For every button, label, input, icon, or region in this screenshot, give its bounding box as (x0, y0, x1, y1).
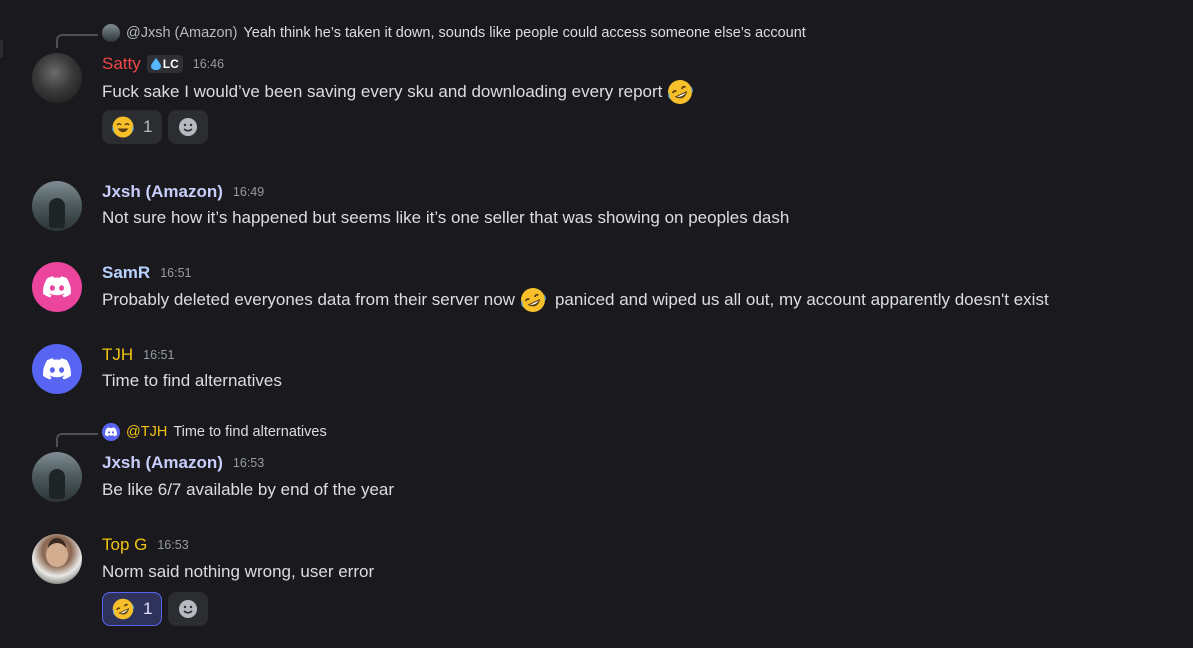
timestamp: 16:49 (232, 185, 265, 199)
add-reaction-button[interactable] (168, 110, 209, 144)
reaction-count: 1 (143, 117, 153, 136)
rofl-emoji-icon (668, 80, 694, 104)
rofl-emoji-icon (112, 598, 134, 620)
message-text: Not sure how it’s happened but seems lik… (102, 208, 790, 227)
reply-avatar (102, 24, 120, 42)
reaction-rofl[interactable]: 1 (102, 592, 163, 626)
avatar[interactable] (32, 53, 82, 103)
timestamp: 16:53 (157, 538, 189, 552)
timestamp: 16:51 (143, 348, 175, 362)
smile-icon (179, 118, 198, 136)
reply-connector (56, 34, 98, 48)
avatar[interactable] (32, 534, 82, 584)
avatar[interactable] (32, 344, 82, 394)
add-reaction-button[interactable] (168, 592, 209, 626)
reply-author[interactable]: @TJH (126, 424, 167, 440)
author-name[interactable]: SamR (102, 263, 150, 283)
author-name[interactable]: Satty (102, 54, 141, 74)
message-text-start: Probably deleted everyones data from the… (102, 290, 515, 309)
reply-avatar (102, 423, 120, 441)
avatar-face (46, 543, 68, 567)
water-drop-icon (150, 58, 161, 70)
reply-text: Time to find alternatives (173, 424, 327, 440)
reaction-count: 1 (143, 599, 153, 618)
scroll-edge (0, 40, 3, 58)
avatar[interactable] (32, 262, 82, 312)
message-text: Be like 6/7 available by end of the year (102, 480, 395, 499)
discord-logo-icon (43, 276, 71, 298)
reaction-joy[interactable]: 1 (102, 110, 163, 144)
reply-preview[interactable]: @TJH Time to find alternatives (102, 423, 327, 441)
joy-emoji-icon (112, 116, 134, 138)
smile-icon (179, 600, 198, 618)
avatar[interactable] (32, 181, 82, 231)
message-text-end: paniced and wiped us all out, my account… (554, 290, 1049, 309)
avatar-figure (49, 198, 65, 228)
discord-logo-icon (105, 427, 117, 437)
clan-tag[interactable]: LC (146, 55, 183, 73)
clan-tag-label: LC (162, 57, 179, 71)
rofl-emoji-icon (520, 288, 546, 312)
message-text-row: Fuck sake I would’ve been saving every s… (102, 78, 694, 106)
message-text: Norm said nothing wrong, user error (102, 562, 375, 581)
author-name[interactable]: Jxsh (Amazon) (102, 453, 223, 473)
timestamp: 16:46 (192, 57, 225, 71)
author-name[interactable]: Jxsh (Amazon) (102, 182, 223, 202)
avatar[interactable] (32, 452, 82, 502)
author-name[interactable]: Top G (102, 535, 147, 555)
reply-connector (56, 433, 98, 447)
avatar-figure (49, 469, 65, 499)
reply-author[interactable]: @Jxsh (Amazon) (126, 25, 237, 41)
author-name[interactable]: TJH (102, 345, 133, 365)
timestamp: 16:51 (160, 266, 192, 280)
timestamp: 16:53 (232, 456, 265, 470)
message-text: Fuck sake I would’ve been saving every s… (102, 82, 663, 101)
message-text-row: Probably deleted everyones data from the… (102, 286, 1049, 314)
reply-text: Yeah think he’s taken it down, sounds li… (243, 25, 806, 41)
discord-logo-icon (43, 358, 71, 380)
reply-preview[interactable]: @Jxsh (Amazon) Yeah think he’s taken it … (102, 24, 806, 42)
message-text: Time to find alternatives (102, 371, 282, 390)
